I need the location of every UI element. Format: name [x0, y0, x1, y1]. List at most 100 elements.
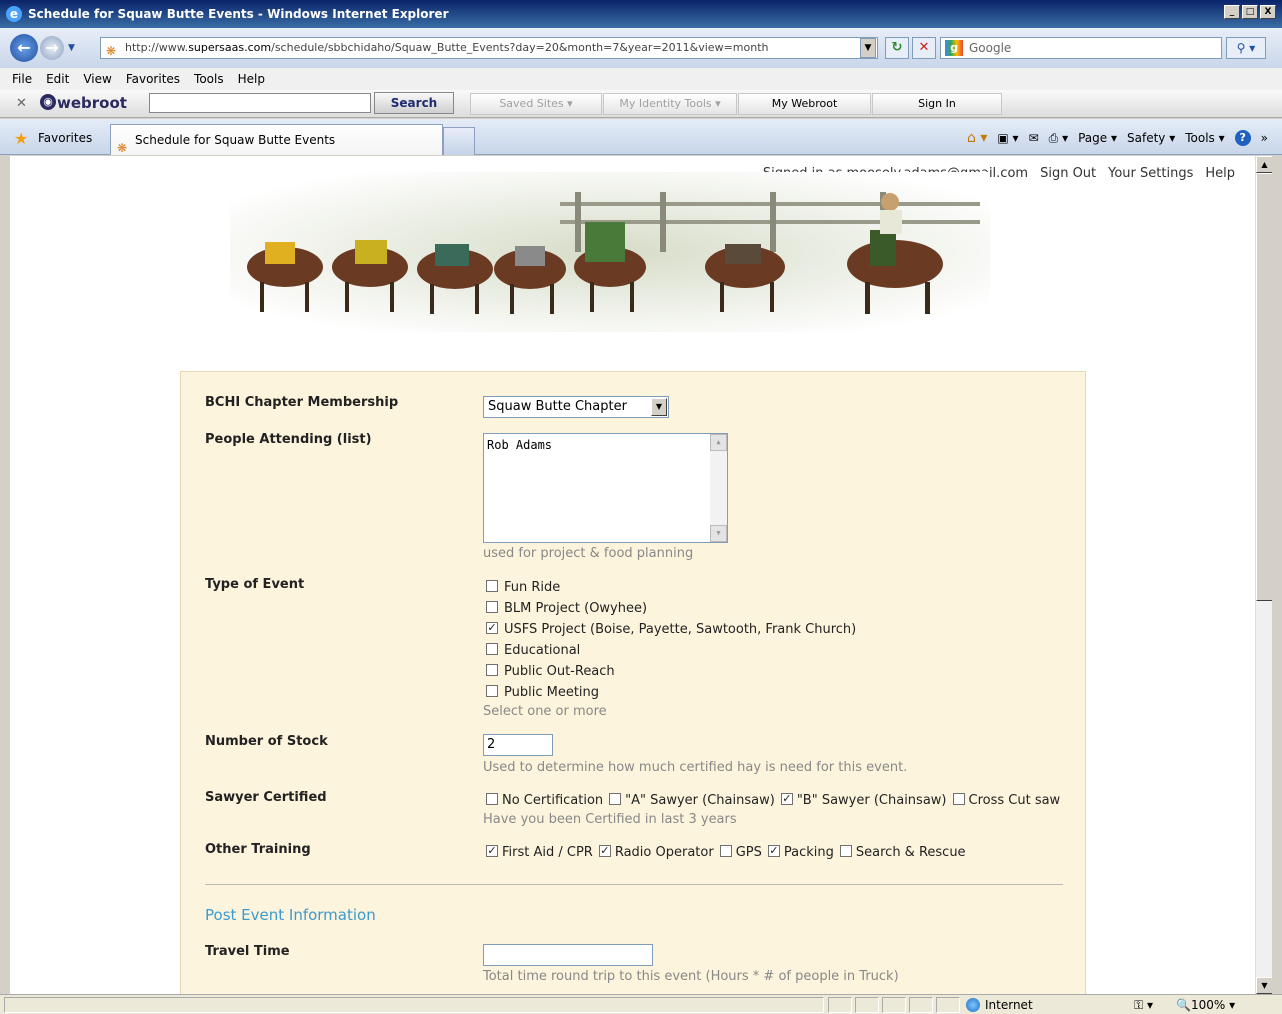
option-label: Cross Cut saw [968, 793, 1061, 808]
checkbox[interactable] [952, 792, 965, 805]
window-frame-left [0, 156, 10, 994]
forward-button[interactable]: → [40, 36, 64, 60]
sawyer-hint: Have you been Certified in last 3 years [483, 812, 737, 827]
scroll-thumb[interactable] [1256, 173, 1273, 601]
option-label: USFS Project (Boise, Payette, Sawtooth, … [504, 622, 857, 637]
page-scrollbar[interactable]: ▲ ▼ [1255, 156, 1273, 994]
checkbox[interactable] [839, 844, 852, 857]
refresh-icon[interactable]: ↻ [885, 37, 909, 59]
event-option-blm[interactable]: BLM Project (Owyhee) [486, 600, 647, 616]
webroot-search-button[interactable]: Search [374, 92, 454, 114]
checkbox[interactable] [486, 792, 498, 805]
event-option-fun-ride[interactable]: Fun Ride [486, 579, 560, 595]
tools-menu[interactable]: Tools ▾ [1185, 131, 1224, 145]
zoom-value: 100% [1190, 998, 1226, 1012]
favorites-button[interactable]: Favorites [38, 131, 92, 145]
chevron-down-icon[interactable]: ▼ [651, 398, 667, 416]
status-cell [855, 997, 879, 1013]
option-label: Radio Operator [614, 845, 714, 860]
sign-in-tab[interactable]: Sign In [872, 93, 1002, 115]
close-button[interactable]: X [1260, 5, 1276, 19]
event-option-meeting[interactable]: Public Meeting [486, 684, 600, 700]
travel-input[interactable] [483, 944, 653, 966]
checkbox-checked[interactable] [767, 844, 780, 857]
textarea-scrollbar[interactable]: ▲ ▼ [710, 434, 727, 542]
event-option-outreach[interactable]: Public Out-Reach [486, 663, 615, 679]
pack-train-banner-image [230, 172, 990, 332]
new-tab-button[interactable] [443, 127, 475, 155]
mail-icon[interactable]: ✉ [1029, 131, 1039, 145]
checkbox[interactable] [486, 600, 498, 613]
zoom-control[interactable]: 🔍100% ▾ [1176, 998, 1235, 1012]
option-label: Educational [504, 643, 581, 658]
feeds-icon[interactable]: ▣ ▾ [997, 131, 1018, 145]
search-go-icon[interactable]: ⚲ ▾ [1226, 37, 1266, 59]
maximize-button[interactable]: □ [1242, 5, 1258, 19]
membership-select[interactable]: Squaw Butte Chapter ▼ [483, 396, 669, 418]
training-options: First Aid / CPR Radio Operator GPS Packi… [486, 844, 972, 860]
webroot-logo-icon: ◉ [40, 94, 56, 110]
close-toolbar-icon[interactable]: ✕ [16, 96, 27, 111]
help-icon[interactable]: ? [1234, 130, 1251, 146]
checkbox[interactable] [486, 663, 498, 676]
menu-edit[interactable]: Edit [46, 72, 69, 86]
travel-label: Travel Time [205, 944, 290, 959]
event-option-usfs[interactable]: USFS Project (Boise, Payette, Sawtooth, … [486, 621, 857, 637]
url-path: /schedule/sbbchidaho/Squaw_Butte_Events?… [271, 41, 769, 54]
sign-out-link[interactable]: Sign Out [1040, 166, 1096, 181]
page-menu[interactable]: Page ▾ [1078, 131, 1117, 145]
stock-input[interactable]: 2 [483, 734, 553, 756]
saved-sites-tab[interactable]: Saved Sites ▾ [470, 93, 602, 115]
scroll-up-icon[interactable]: ▲ [1256, 156, 1273, 173]
menu-tools[interactable]: Tools [194, 72, 224, 86]
people-textarea[interactable]: Rob Adams ▲ ▼ [483, 433, 728, 543]
security-zone[interactable]: Internet [966, 998, 1033, 1012]
scroll-down-icon[interactable]: ▼ [1256, 977, 1273, 994]
checkbox-checked[interactable] [598, 844, 611, 857]
print-icon[interactable]: ⎙ ▾ [1049, 131, 1068, 146]
recent-pages-icon[interactable]: ▼ [68, 43, 75, 53]
stop-icon[interactable]: ✕ [912, 37, 936, 59]
scroll-up-icon[interactable]: ▲ [710, 434, 727, 451]
protected-mode-icon[interactable]: ⚿ ▾ [1134, 998, 1153, 1013]
favorites-bar: ★ Favorites ❋ Schedule for Squaw Butte E… [0, 119, 1282, 155]
minimize-button[interactable]: _ [1224, 5, 1240, 19]
back-button[interactable]: ← [10, 34, 38, 62]
address-dropdown-icon[interactable]: ▼ [860, 38, 876, 58]
browser-tab[interactable]: ❋ Schedule for Squaw Butte Events [110, 124, 443, 155]
checkbox-checked[interactable] [780, 792, 793, 805]
settings-link[interactable]: Your Settings [1108, 166, 1193, 181]
option-label: Public Meeting [504, 685, 600, 700]
webroot-search-input[interactable] [149, 93, 371, 113]
webroot-logo-text: webroot [57, 94, 127, 112]
status-text-cell [4, 997, 824, 1013]
checkbox[interactable] [486, 684, 498, 697]
status-cell [936, 997, 960, 1013]
safety-menu[interactable]: Safety ▾ [1127, 131, 1175, 145]
checkbox-checked[interactable] [486, 621, 498, 634]
help-link[interactable]: Help [1205, 166, 1235, 181]
checkbox[interactable] [609, 792, 622, 805]
menu-help[interactable]: Help [238, 72, 265, 86]
home-icon[interactable]: ⌂ ▾ [967, 130, 987, 146]
my-webroot-tab[interactable]: My Webroot [738, 93, 871, 115]
training-label: Other Training [205, 842, 311, 857]
checkbox-checked[interactable] [486, 844, 498, 857]
event-option-educational[interactable]: Educational [486, 642, 581, 658]
identity-tools-tab[interactable]: My Identity Tools ▾ [603, 93, 737, 115]
address-input[interactable]: ❋ http://www.supersaas.com/schedule/sbbc… [100, 37, 878, 59]
checkbox[interactable] [486, 579, 498, 592]
option-label: Search & Rescue [855, 845, 966, 860]
scroll-down-icon[interactable]: ▼ [710, 525, 727, 542]
safety-menu-label: Safety [1127, 131, 1166, 145]
checkbox[interactable] [719, 844, 732, 857]
chevron-right-icon[interactable]: » [1261, 131, 1268, 145]
menu-file[interactable]: File [12, 72, 32, 86]
favorites-star-icon[interactable]: ★ [14, 129, 28, 148]
menu-favorites[interactable]: Favorites [126, 72, 180, 86]
checkbox[interactable] [486, 642, 498, 655]
search-input[interactable]: g Google [940, 37, 1222, 59]
option-label: "B" Sawyer (Chainsaw) [796, 793, 947, 808]
menu-view[interactable]: View [83, 72, 111, 86]
webroot-toolbar: ✕ ◉ webroot Search Saved Sites ▾ My Ident… [0, 90, 1282, 118]
